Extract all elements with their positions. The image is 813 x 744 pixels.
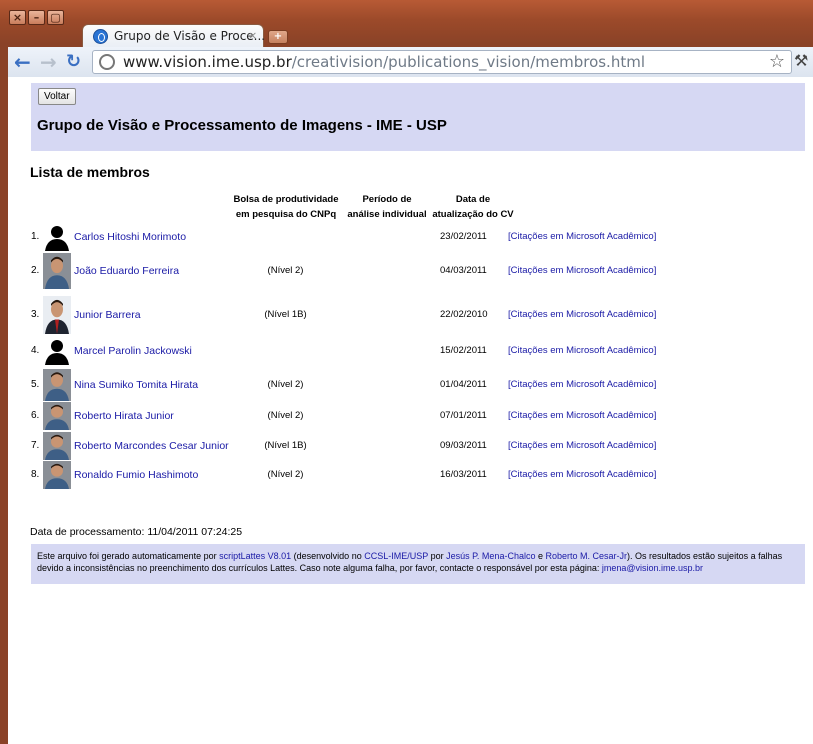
site-title: Grupo de Visão e Processamento de Imagen… xyxy=(37,117,447,134)
page-header: Voltar Grupo de Visão e Processamento de… xyxy=(31,83,805,151)
member-row: 8. Ronaldo Fumio Hashimoto (Nível 2) 16/03/… xyxy=(8,461,813,489)
page-content: Voltar Grupo de Visão e Processamento de… xyxy=(8,77,813,744)
member-row: 2. João Eduardo Ferreira (Nível 2) 04/03/20… xyxy=(8,253,813,289)
member-grant-level: (Nível 1B) xyxy=(264,309,307,320)
member-photo xyxy=(43,369,71,401)
column-header-grant: Bolsa de produtividade em pesquisa do CN… xyxy=(230,192,342,222)
address-bar[interactable]: www.vision.ime.usp.br/creativision/publi… xyxy=(92,50,792,74)
member-photo xyxy=(43,296,71,334)
reload-icon[interactable]: ↻ xyxy=(66,51,81,73)
member-grant-level: (Nível 2) xyxy=(267,265,304,276)
member-row: 4. Marcel Parolin Jackowski 15/02/2011 [Cit… xyxy=(8,337,813,365)
forward-arrow-icon[interactable]: → xyxy=(40,51,57,73)
member-cv-date: 09/03/2011 xyxy=(440,440,487,451)
member-photo xyxy=(43,223,71,251)
column-header-period-line2: análise individual xyxy=(347,209,427,220)
wrench-menu-icon[interactable]: ⚒ xyxy=(794,51,808,70)
member-citation-link[interactable]: [Citações em Microsoft Acadêmico] xyxy=(508,379,656,390)
member-photo xyxy=(43,337,71,365)
url-path: /creativision/publications_vision/membro… xyxy=(291,53,645,71)
favicon-icon xyxy=(93,29,108,44)
member-grant-level: (Nível 2) xyxy=(267,410,304,421)
page-footer: Este arquivo foi gerado automaticamente … xyxy=(31,544,805,584)
bookmark-star-icon[interactable]: ☆ xyxy=(769,51,785,72)
footer-text-3: por xyxy=(428,551,447,561)
column-header-grant-line2: em pesquisa do CNPq xyxy=(235,209,337,220)
page-info-icon[interactable] xyxy=(99,54,115,70)
member-name-link[interactable]: Roberto Hirata Junior xyxy=(74,410,174,422)
member-name-link[interactable]: Ronaldo Fumio Hashimoto xyxy=(74,469,198,481)
member-cv-date: 01/04/2011 xyxy=(440,379,487,390)
column-header-grant-line1: Bolsa de produtividade xyxy=(233,194,339,205)
member-index: 3. xyxy=(31,309,40,320)
member-index: 7. xyxy=(31,440,40,451)
member-row: 3. Junior Barrera (Nível 1B) 22/02/2010 [Cit… xyxy=(8,296,813,334)
member-name-link[interactable]: João Eduardo Ferreira xyxy=(74,265,179,277)
member-index: 1. xyxy=(31,231,40,242)
column-header-period: Período de análise individual xyxy=(340,192,434,222)
member-citation-link[interactable]: [Citações em Microsoft Acadêmico] xyxy=(508,410,656,421)
browser-tab[interactable]: Grupo de Visão e Proce... × xyxy=(82,24,266,48)
ccsl-link[interactable]: CCSL-IME/USP xyxy=(364,551,428,561)
member-name-link[interactable]: Roberto Marcondes Cesar Junior xyxy=(74,440,229,452)
member-index: 4. xyxy=(31,345,40,356)
member-citation-link[interactable]: [Citações em Microsoft Acadêmico] xyxy=(508,309,656,320)
member-cv-date: 16/03/2011 xyxy=(440,469,487,480)
member-index: 8. xyxy=(31,469,40,480)
member-name-link[interactable]: Marcel Parolin Jackowski xyxy=(74,345,192,357)
author1-link[interactable]: Jesús P. Mena-Chalco xyxy=(446,551,535,561)
member-name-link[interactable]: Carlos Hitoshi Morimoto xyxy=(74,231,186,243)
column-header-date-line1: Data de xyxy=(455,194,491,205)
tab-title: Grupo de Visão e Proce... xyxy=(114,29,266,43)
member-name-link[interactable]: Nina Sumiko Tomita Hirata xyxy=(74,379,198,391)
maximize-window-button[interactable]: ▢ xyxy=(47,10,64,25)
list-title: Lista de membros xyxy=(30,164,150,180)
member-cv-date: 15/02/2011 xyxy=(440,345,487,356)
column-header-date: Data de atualização do CV xyxy=(430,192,516,222)
member-index: 2. xyxy=(31,265,40,276)
member-name-link[interactable]: Junior Barrera xyxy=(74,309,141,321)
member-citation-link[interactable]: [Citações em Microsoft Acadêmico] xyxy=(508,469,656,480)
minimize-window-button[interactable]: – xyxy=(28,10,45,25)
browser-window: × – ▢ Grupo de Visão e Proce... × + ← → … xyxy=(0,0,813,744)
member-citation-link[interactable]: [Citações em Microsoft Acadêmico] xyxy=(508,231,656,242)
member-photo xyxy=(43,432,71,460)
member-row: 5. Nina Sumiko Tomita Hirata (Nível 2) 01/0… xyxy=(8,369,813,401)
new-tab-button[interactable]: + xyxy=(268,30,288,44)
member-photo xyxy=(43,461,71,489)
member-citation-link[interactable]: [Citações em Microsoft Acadêmico] xyxy=(508,265,656,276)
footer-text-1: Este arquivo foi gerado automaticamente … xyxy=(37,551,220,561)
back-button[interactable]: Voltar xyxy=(38,88,76,105)
member-row: 7. Roberto Marcondes Cesar Junior (Nível 1… xyxy=(8,432,813,460)
member-grant-level: (Nível 1B) xyxy=(264,440,307,451)
member-photo xyxy=(43,402,71,430)
member-citation-link[interactable]: [Citações em Microsoft Acadêmico] xyxy=(508,440,656,451)
column-header-period-line1: Período de xyxy=(362,194,412,205)
member-row: 1. Carlos Hitoshi Morimoto 23/02/2011 [Cita… xyxy=(8,223,813,251)
scriptlattes-link[interactable]: scriptLattes V8.01 xyxy=(219,551,291,561)
member-cv-date: 07/01/2011 xyxy=(440,410,487,421)
author2-link[interactable]: Roberto M. Cesar-Jr xyxy=(545,551,627,561)
member-citation-link[interactable]: [Citações em Microsoft Acadêmico] xyxy=(508,345,656,356)
close-window-button[interactable]: × xyxy=(9,10,26,25)
member-cv-date: 22/02/2010 xyxy=(440,309,488,320)
member-grant-level: (Nível 2) xyxy=(267,469,304,480)
url-text: www.vision.ime.usp.br/creativision/publi… xyxy=(123,53,645,71)
member-grant-level: (Nível 2) xyxy=(267,379,304,390)
column-header-date-line2: atualização do CV xyxy=(432,209,514,220)
member-index: 6. xyxy=(31,410,40,421)
processing-date: Data de processamento: 11/04/2011 07:24:… xyxy=(30,526,243,538)
member-row: 6. Roberto Hirata Junior (Nível 2) 07/01/20… xyxy=(8,402,813,430)
back-arrow-icon[interactable]: ← xyxy=(14,51,31,73)
browser-toolbar: ← → ↻ www.vision.ime.usp.br/creativision… xyxy=(8,47,813,77)
url-host: www.vision.ime.usp.br xyxy=(123,53,292,71)
member-photo xyxy=(43,253,71,289)
footer-text-2: (desenvolvido no xyxy=(291,551,365,561)
member-cv-date: 04/03/2011 xyxy=(440,265,487,276)
tab-close-icon[interactable]: × xyxy=(248,29,257,42)
member-index: 5. xyxy=(31,379,40,390)
footer-text-4: e xyxy=(535,551,546,561)
member-cv-date: 23/02/2011 xyxy=(440,231,487,242)
email-link[interactable]: jmena@vision.ime.usp.br xyxy=(602,563,703,573)
